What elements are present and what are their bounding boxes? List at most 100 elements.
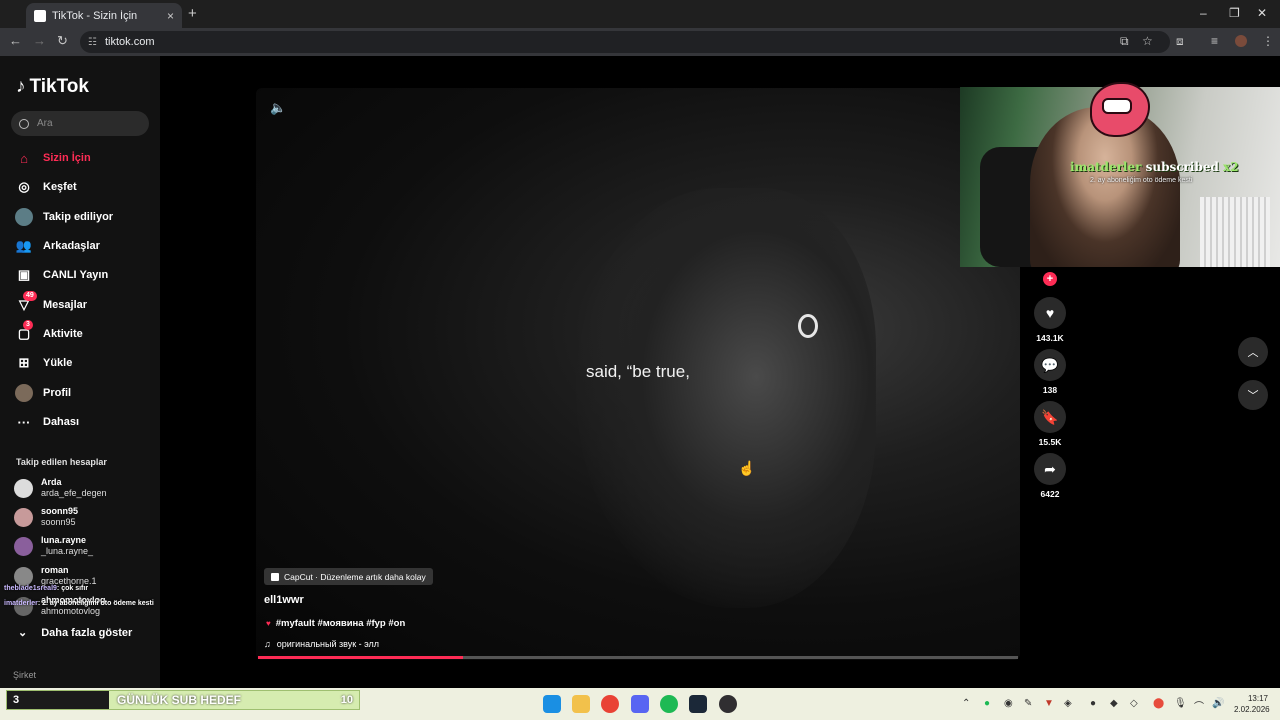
nav-following[interactable]: Takip ediliyor xyxy=(14,206,154,228)
menu-dots-icon[interactable]: ⋮ xyxy=(1262,34,1274,48)
obs-icon[interactable] xyxy=(719,695,737,713)
show-more-button[interactable]: ⌄ Daha fazla göster xyxy=(18,626,132,640)
bookmark-star-icon[interactable]: ☆ xyxy=(1142,34,1153,48)
spotify-icon[interactable] xyxy=(660,695,678,713)
nav-label: Dahası xyxy=(43,416,80,428)
nav-live[interactable]: ▣ CANLI Yayın xyxy=(14,264,154,286)
save-action[interactable]: 🔖 15.5K xyxy=(1034,401,1066,447)
volume-icon[interactable]: 🔈 xyxy=(270,100,286,116)
windows-start-icon[interactable] xyxy=(543,695,561,713)
taskbar-clock[interactable]: 13:17 2.02.2026 xyxy=(1234,693,1270,715)
video-sound[interactable]: ♫ оригинальный звук - элл xyxy=(264,639,379,649)
comment-action[interactable]: 💬 138 xyxy=(1034,349,1066,395)
share-icon[interactable]: ➦ xyxy=(1034,453,1066,485)
account-avatar xyxy=(14,536,33,556)
following-section-title: Takip edilen hesaplar xyxy=(16,457,107,467)
nav-activity[interactable]: ▢ 3 Aktivite xyxy=(14,320,154,345)
account-name: roman xyxy=(41,565,69,575)
chat-message: imatderler: 2. ay aboneliğimi oto ödeme … xyxy=(4,600,154,607)
url-text: tiktok.com xyxy=(104,36,155,48)
tray-pen-icon[interactable]: ✎ xyxy=(1024,698,1032,709)
chat-text: : 2. ay aboneliğimi oto ödeme kesti xyxy=(37,600,154,607)
new-tab-button[interactable]: + xyxy=(188,5,197,22)
media-controls-icon[interactable]: ≡ xyxy=(1211,34,1218,48)
video-author[interactable]: ell1wwr xyxy=(264,594,304,606)
sub-alert: imatderler subscribed x2 xyxy=(1070,160,1239,174)
tray-app-icon[interactable]: ◈ xyxy=(1064,698,1072,709)
capcut-tag[interactable]: CapCut · Düzenleme artık daha kolay xyxy=(264,568,433,585)
minimize-button[interactable]: – xyxy=(1200,6,1207,20)
tray-network-icon[interactable]: ⌒ xyxy=(1194,698,1204,713)
profile-avatar-icon xyxy=(14,384,34,402)
bookmark-icon[interactable]: 🔖 xyxy=(1034,401,1066,433)
video-frame-earring xyxy=(798,314,818,338)
search-input[interactable]: Ara xyxy=(11,111,149,136)
nav-friends[interactable]: 👥 Arkadaşlar xyxy=(14,235,154,257)
tiktok-logo[interactable]: ♪ TikTok xyxy=(16,76,89,98)
nav-for-you[interactable]: ⌂ Sizin İçin xyxy=(14,147,154,169)
forward-arrow-icon[interactable]: → xyxy=(33,33,46,48)
nav-label: Yükle xyxy=(43,357,73,369)
company-link[interactable]: Şirket xyxy=(13,670,36,680)
share-action[interactable]: ➦ 6422 xyxy=(1034,453,1066,499)
comment-icon[interactable]: 💬 xyxy=(1034,349,1066,381)
tray-chevron-up-icon[interactable]: ⌃ xyxy=(962,698,970,709)
nav-profile[interactable]: Profil xyxy=(14,382,154,404)
nav-more[interactable]: ··· Dahası xyxy=(14,411,154,433)
clock-date: 2.02.2026 xyxy=(1234,705,1270,714)
profile-avatar[interactable] xyxy=(1235,35,1247,47)
sub-goal-current: 3 xyxy=(7,691,109,709)
next-video-button[interactable]: ﹀ xyxy=(1238,380,1268,410)
chat-text: : çok sıfır xyxy=(56,585,89,592)
discord-icon[interactable] xyxy=(631,695,649,713)
tray-discord-icon[interactable]: ● xyxy=(1090,698,1096,709)
nav-messages[interactable]: ▽ 49 Mesajlar xyxy=(14,291,154,316)
following-account[interactable]: luna.rayne _luna.rayne_ xyxy=(14,532,93,560)
back-arrow-icon[interactable]: ← xyxy=(9,33,22,48)
account-avatar xyxy=(14,507,33,527)
tray-app3-icon[interactable]: ◇ xyxy=(1130,698,1138,709)
following-avatar-icon xyxy=(14,208,34,226)
like-action[interactable]: ♥ 143.1K xyxy=(1034,297,1066,343)
browser-tab[interactable]: TikTok - Sizin İçin × xyxy=(26,3,182,28)
install-app-icon[interactable]: ⧉ xyxy=(1120,34,1129,49)
search-placeholder: Ara xyxy=(37,118,53,129)
search-icon xyxy=(19,118,29,129)
tray-shield-icon[interactable]: ▼ xyxy=(1044,698,1054,709)
video-progress-bar[interactable] xyxy=(258,656,1018,659)
address-bar[interactable]: ☷ tiktok.com xyxy=(80,31,1170,53)
steam-icon[interactable] xyxy=(689,695,707,713)
save-count: 15.5K xyxy=(1038,437,1062,447)
nav-label: Profil xyxy=(43,387,72,399)
upload-icon: ⊞ xyxy=(18,355,30,370)
maximize-button[interactable]: ❐ xyxy=(1229,6,1240,20)
sub-alert-note: 2. ay aboneliğim oto ödeme kesti xyxy=(1090,177,1193,184)
tray-spotify-icon[interactable]: ● xyxy=(984,698,990,709)
video-hashtags[interactable]: #myfault #моявина #fyp #on xyxy=(276,618,406,629)
chrome-icon[interactable] xyxy=(601,695,619,713)
tray-app2-icon[interactable]: ◆ xyxy=(1110,698,1118,709)
previous-video-button[interactable]: ︿ xyxy=(1238,337,1268,367)
tab-close-icon[interactable]: × xyxy=(167,9,174,23)
file-explorer-icon[interactable] xyxy=(572,695,590,713)
heart-icon[interactable]: ♥ xyxy=(1034,297,1066,329)
close-window-button[interactable]: ✕ xyxy=(1257,6,1267,20)
tray-mic-icon[interactable]: 🎙 xyxy=(1174,698,1187,709)
nav-label: CANLI Yayın xyxy=(43,269,109,281)
tray-steam-icon[interactable]: ◉ xyxy=(1004,698,1013,709)
extensions-icon[interactable]: ⧈ xyxy=(1176,34,1184,49)
tray-volume-icon[interactable]: 🔊 xyxy=(1212,698,1224,709)
tray-record-icon[interactable]: ⬤ xyxy=(1153,698,1164,709)
reload-icon[interactable]: ↻ xyxy=(57,33,68,49)
follow-plus-button[interactable]: + xyxy=(1043,272,1057,286)
sub-alert-mult: x2 xyxy=(1223,160,1239,174)
hand-cursor-icon: ☝ xyxy=(738,460,756,476)
activity-badge: 3 xyxy=(23,320,33,330)
following-account[interactable]: Arda arda_efe_degen xyxy=(14,474,107,502)
nav-upload[interactable]: ⊞ Yükle xyxy=(14,352,154,374)
nav-explore[interactable]: ◎ Keşfet xyxy=(14,176,154,198)
chat-message: theblade1sreal9: çok sıfır xyxy=(4,585,88,592)
following-account[interactable]: soonn95 soonn95 xyxy=(14,503,78,531)
compass-icon: ◎ xyxy=(18,179,30,194)
site-info-icon[interactable]: ☷ xyxy=(88,37,97,48)
